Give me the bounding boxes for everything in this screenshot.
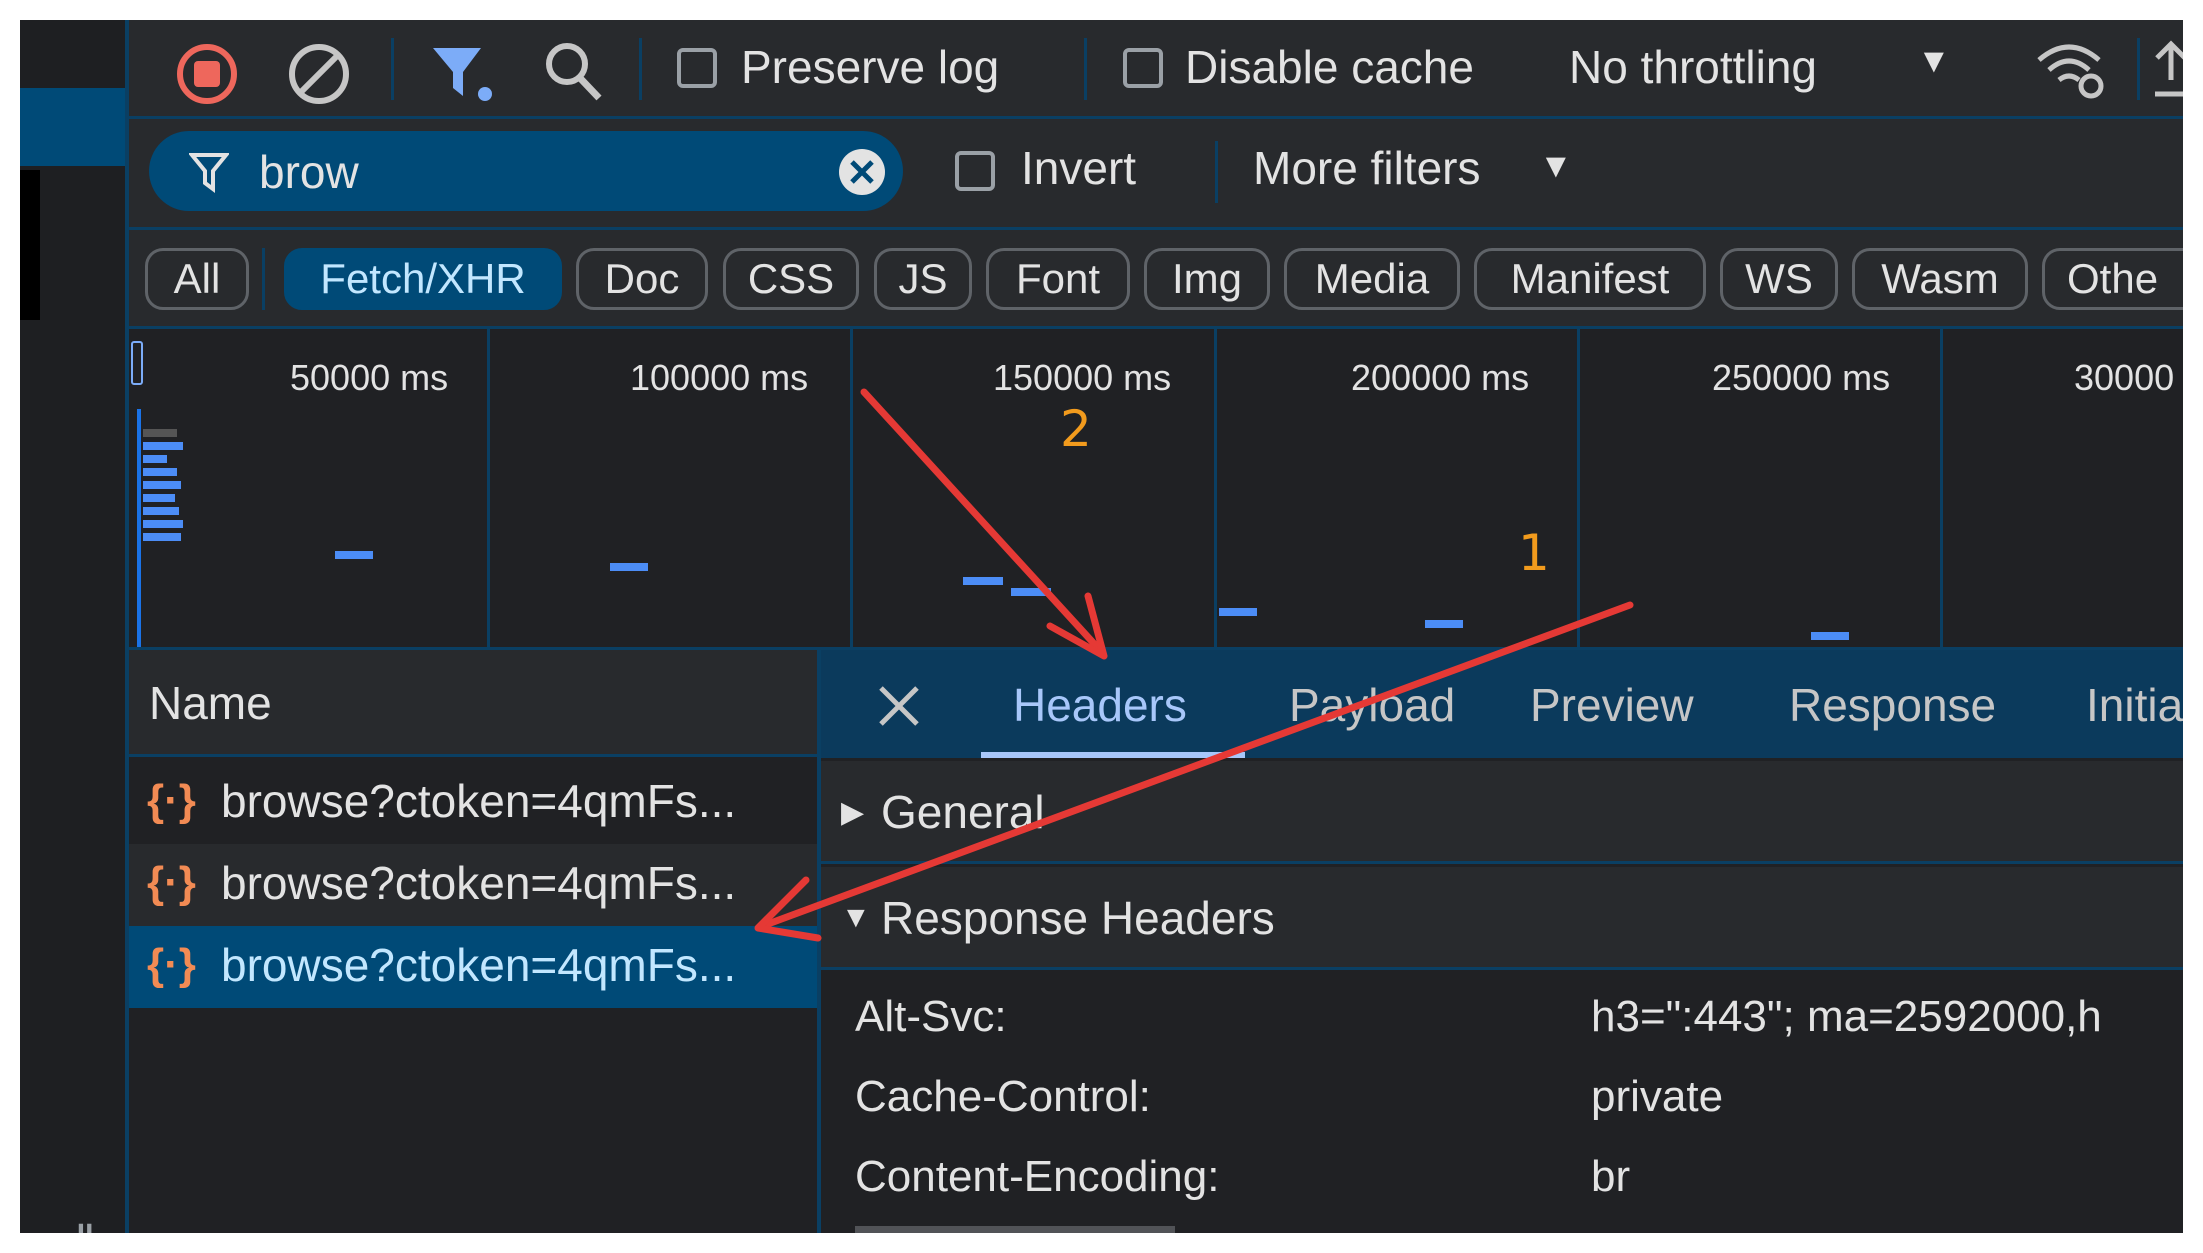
annotation-arrow-1: [754, 601, 1634, 942]
annotation-overlay: [754, 388, 1634, 942]
annotation-arrow-2: [860, 388, 1108, 660]
devtools-network-panel: ॥ Preserve log Disable cache No throttli…: [20, 20, 2183, 1233]
